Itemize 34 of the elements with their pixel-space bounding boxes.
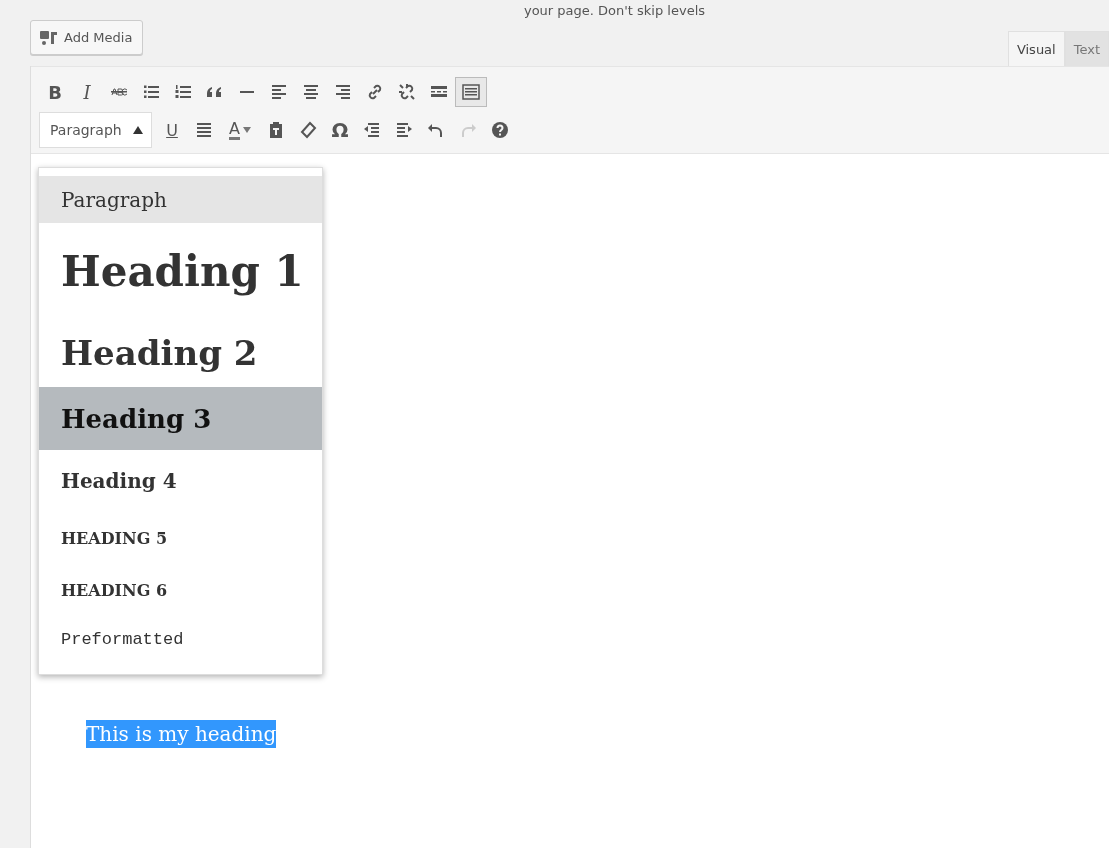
align-center-icon	[301, 82, 321, 102]
caption-text: your page. Don't skip levels	[523, 3, 706, 18]
editor-tab[interactable]: Text	[1064, 31, 1109, 66]
caret-icon	[242, 127, 251, 133]
format-menu-item[interactable]: Preformatted	[39, 616, 322, 662]
editor-tab[interactable]: Visual	[1007, 31, 1065, 66]
format-menu-item[interactable]: Heading 1	[39, 223, 322, 319]
broken-link-icon	[397, 82, 417, 102]
caret-icon	[133, 126, 143, 134]
toolbar-toggle-button[interactable]	[455, 77, 487, 107]
help-icon	[490, 120, 510, 140]
justify-icon	[194, 120, 214, 140]
underline-button[interactable]: U	[156, 115, 188, 145]
format-menu-item[interactable]: Paragraph	[39, 176, 322, 223]
format-dropdown[interactable]: Paragraph	[39, 112, 152, 148]
horizontal-line-icon	[240, 91, 254, 93]
format-menu-item[interactable]: HEADING 5	[39, 512, 322, 564]
media-icon	[39, 29, 59, 46]
italic-button[interactable]: I	[71, 77, 103, 107]
indent-icon	[394, 120, 414, 140]
format-menu-item[interactable]: Heading 3	[39, 387, 322, 450]
special-character-button[interactable]: Ω	[324, 115, 356, 145]
add-media-button[interactable]: Add Media	[30, 20, 144, 55]
format-menu-item[interactable]: Heading 2	[39, 319, 322, 387]
heading-text: This is my heading	[86, 720, 277, 748]
align-right-icon	[333, 82, 353, 102]
bold-button[interactable]: B	[39, 77, 71, 107]
outdent-icon	[362, 120, 382, 140]
align-left-icon	[269, 82, 289, 102]
keyboard-icon	[461, 82, 481, 102]
format-menu-item[interactable]: Heading 4	[39, 450, 322, 512]
text-color-button[interactable]: A	[220, 115, 260, 145]
eraser-icon	[298, 120, 318, 140]
format-menu-item[interactable]: HEADING 6	[39, 564, 322, 616]
